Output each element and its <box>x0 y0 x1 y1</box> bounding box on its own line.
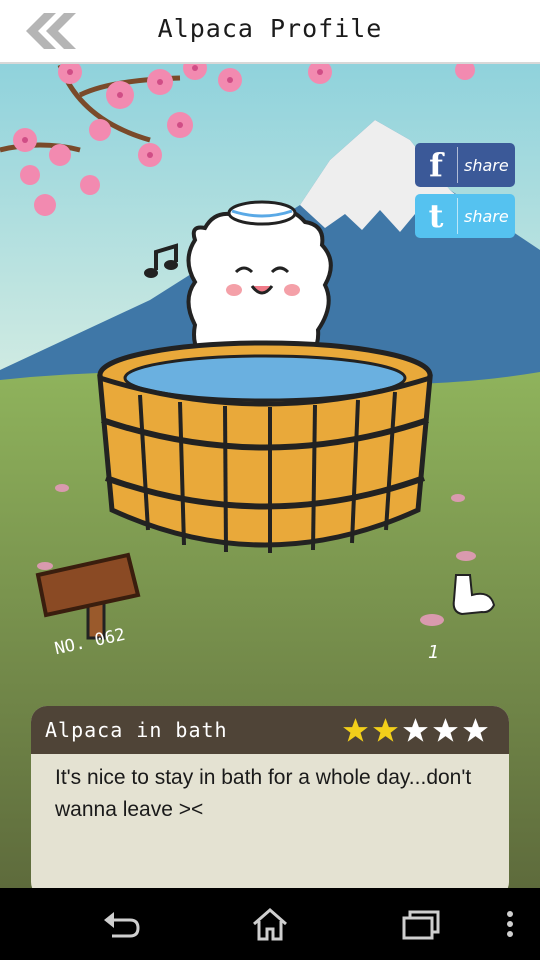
alpaca-name: Alpaca in bath <box>45 718 228 742</box>
twitter-share-button[interactable]: t share <box>415 194 515 238</box>
nav-back-button[interactable] <box>100 904 144 944</box>
overflow-menu-icon <box>507 911 513 937</box>
app-header: Alpaca Profile <box>0 0 540 64</box>
star-filled-icon <box>343 717 368 742</box>
facebook-share-button[interactable]: f share <box>415 143 515 187</box>
nav-menu-button[interactable] <box>496 904 524 944</box>
alpaca-info-card: Alpaca in bath It's nice to stay in bath… <box>31 706 509 888</box>
star-empty-icon <box>463 717 488 742</box>
facebook-share-label: share <box>464 155 509 175</box>
recent-apps-icon <box>402 910 440 940</box>
page-title: Alpaca Profile <box>157 14 383 43</box>
star-filled-icon <box>373 717 398 742</box>
nav-recents-button[interactable] <box>398 904 442 944</box>
home-icon <box>253 908 287 941</box>
system-nav-bar <box>0 888 540 960</box>
back-arrow-icon <box>104 912 140 938</box>
alpaca-description: It's nice to stay in bath for a whole da… <box>55 766 472 821</box>
twitter-icon: t <box>415 198 458 234</box>
alpaca-scene: f share t share NO. 062 1 Alpaca in bath… <box>0 62 540 888</box>
owned-count: 1 <box>428 642 440 663</box>
facebook-icon: f <box>415 147 458 183</box>
wooden-tub <box>97 340 433 553</box>
star-empty-icon <box>433 717 458 742</box>
card-header: Alpaca in bath <box>31 706 509 754</box>
twitter-share-label: share <box>464 206 509 226</box>
rating-stars <box>342 717 489 744</box>
star-empty-icon <box>403 717 428 742</box>
nav-home-button[interactable] <box>248 904 292 944</box>
